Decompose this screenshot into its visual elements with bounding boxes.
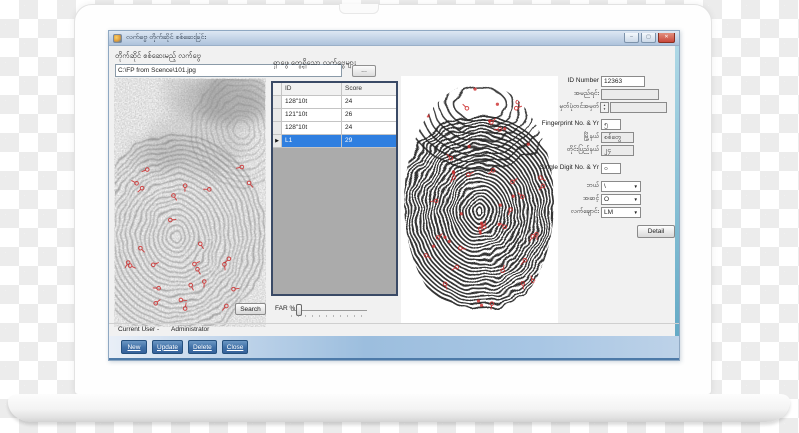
- minimize-button[interactable]: –: [624, 33, 639, 43]
- finger-select[interactable]: LM ▼: [601, 207, 641, 218]
- name-label: အမည်ရင်း: [574, 90, 599, 97]
- grade-label: အဆင့်: [583, 195, 599, 202]
- app-window: လက်ဗွေ တိုက်ဆိုင် စစ်ဆေးခြင်း – ▢ ✕ တိုက…: [108, 30, 680, 361]
- far-slider-track[interactable]: [291, 310, 367, 311]
- app-icon: [113, 33, 122, 43]
- table-row[interactable]: 128"10t 24: [273, 96, 396, 109]
- probe-fingerprint-image: [114, 78, 266, 327]
- statusbar-divider: [109, 323, 679, 324]
- chevron-down-icon: ▼: [633, 184, 638, 189]
- far-slider[interactable]: [291, 303, 367, 317]
- finger-label: လက်ချောင်း: [570, 208, 599, 215]
- reg-no-spinner[interactable]: ▲ ▼: [600, 102, 609, 113]
- current-user-value: Administrator: [171, 326, 210, 333]
- minimize-icon: –: [630, 34, 633, 40]
- window-right-border: [675, 46, 679, 336]
- hand-select[interactable]: \ ▼: [601, 181, 641, 192]
- detail-button[interactable]: Detail: [637, 225, 675, 238]
- laptop-webcam-notch: [339, 4, 379, 14]
- delete-button[interactable]: Delete: [187, 340, 217, 354]
- laptop-base: [8, 394, 790, 422]
- current-user-status: Current User - Administrator: [118, 326, 209, 333]
- chevron-down-icon: ▼: [633, 210, 638, 215]
- single-digit-label: Single Digit No. & Yr: [539, 164, 599, 171]
- reg-no-input[interactable]: [610, 102, 667, 113]
- results-table: ID Score 128"10t 24 121"10t 26 128"10t 2…: [271, 81, 398, 296]
- new-button[interactable]: New: [121, 340, 147, 354]
- single-digit-input[interactable]: ၀: [601, 163, 621, 174]
- chevron-down-icon: ▼: [633, 197, 638, 202]
- close-action-button[interactable]: Close: [221, 340, 249, 354]
- maximize-button[interactable]: ▢: [641, 33, 656, 43]
- id-number-input[interactable]: 12363: [601, 76, 645, 87]
- table-header-id: ID: [282, 83, 342, 96]
- close-button[interactable]: ✕: [658, 33, 675, 43]
- far-slider-ticks: [291, 315, 367, 317]
- table-header-score: Score: [342, 83, 396, 96]
- hand-label: ဘယ်: [586, 182, 599, 189]
- close-icon: ✕: [664, 34, 669, 40]
- current-user-label: Current User -: [118, 326, 160, 333]
- state-label: တိုင်းပြည်နယ်: [566, 146, 599, 153]
- state-input[interactable]: ၂၄: [601, 145, 634, 156]
- row-selector-icon: ▶: [273, 135, 282, 148]
- table-row[interactable]: 128"10t 24: [273, 122, 396, 135]
- window-title: လက်ဗွေ တိုက်ဆိုင် စစ်ဆေးခြင်း: [126, 34, 207, 41]
- township-input[interactable]: စစ်တွေ: [601, 132, 634, 143]
- update-button[interactable]: Update: [152, 340, 183, 354]
- table-row-selected[interactable]: ▶ L1 29: [273, 135, 396, 148]
- fingerprint-no-label: Fingerprint No. & Yr: [541, 120, 599, 127]
- name-input[interactable]: [601, 89, 659, 100]
- fingerprint-no-input[interactable]: ၅: [601, 119, 621, 130]
- maximize-icon: ▢: [646, 34, 651, 40]
- table-header-row: ID Score: [273, 83, 396, 96]
- table-header-selector-cell: [273, 83, 282, 96]
- results-section-label: ရှာဖွေ တွေ့ရှိသော လက်ဗွေများ: [273, 58, 356, 67]
- action-bar: New Update Delete Close: [109, 336, 679, 360]
- window-titlebar: လက်ဗွေ တိုက်ဆိုင် စစ်ဆေးခြင်း – ▢ ✕: [109, 31, 679, 46]
- table-row[interactable]: 121"10t 26: [273, 109, 396, 122]
- id-number-label: ID Number: [567, 77, 599, 84]
- window-controls: – ▢ ✕: [624, 33, 675, 43]
- reg-no-label: မှတ်ပုံတင်အမှတ်: [559, 103, 599, 110]
- probe-section-label: တိုက်ဆိုင် စစ်ဆေးမည့် လက်ဗွေ: [115, 51, 201, 60]
- township-label: မြို့နယ်: [583, 133, 599, 140]
- spinner-down-icon: ▼: [603, 106, 606, 111]
- grade-select[interactable]: O ▼: [601, 194, 641, 205]
- search-button[interactable]: Search: [235, 303, 266, 315]
